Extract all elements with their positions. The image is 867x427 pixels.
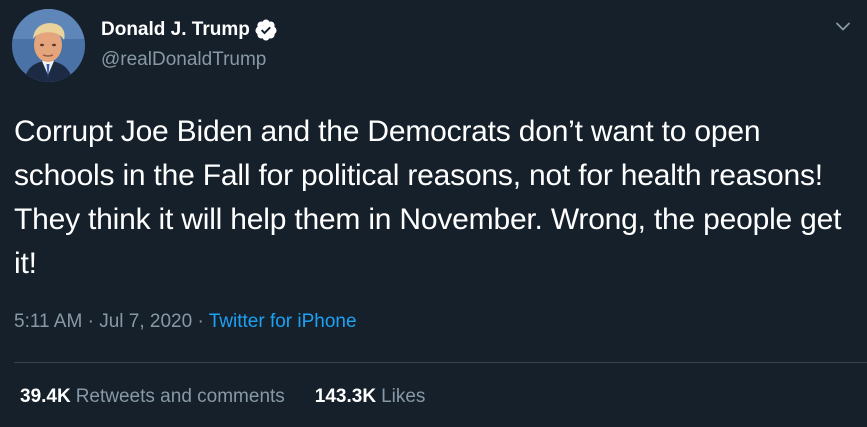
user-handle[interactable]: @realDonaldTrump	[101, 49, 266, 71]
stats-divider	[14, 362, 867, 363]
retweets-label: Retweets and comments	[75, 386, 285, 407]
likes-label: Likes	[381, 386, 426, 407]
retweets-count: 39.4K	[20, 386, 71, 407]
display-name[interactable]: Donald J. Trump	[101, 19, 250, 41]
tweet-source-link[interactable]: Twitter for iPhone	[209, 311, 357, 332]
likes-stat[interactable]: 143.3K Likes	[315, 386, 426, 408]
author-name-row: Donald J. Trump	[101, 17, 278, 43]
tweet-time[interactable]: 5:11 AM	[14, 311, 82, 332]
chevron-down-icon[interactable]	[831, 14, 855, 38]
meta-separator: ·	[197, 311, 209, 332]
meta-separator: ·	[87, 311, 100, 332]
tweet-stats: 39.4K Retweets and comments 143.3K Likes	[20, 386, 425, 408]
profile-avatar-image	[12, 9, 85, 82]
likes-count: 143.3K	[314, 386, 377, 407]
retweets-stat[interactable]: 39.4K Retweets and comments	[20, 386, 285, 408]
tweet-card: Donald J. Trump @realDonaldTrump Corrupt…	[0, 0, 867, 427]
verified-badge-icon	[255, 19, 277, 41]
tweet-metadata: 5:11 AM · Jul 7, 2020 · Twitter for iPho…	[14, 311, 357, 333]
tweet-date[interactable]: Jul 7, 2020	[99, 311, 192, 332]
avatar[interactable]	[12, 9, 85, 82]
tweet-text: Corrupt Joe Biden and the Democrats don’…	[14, 115, 842, 280]
